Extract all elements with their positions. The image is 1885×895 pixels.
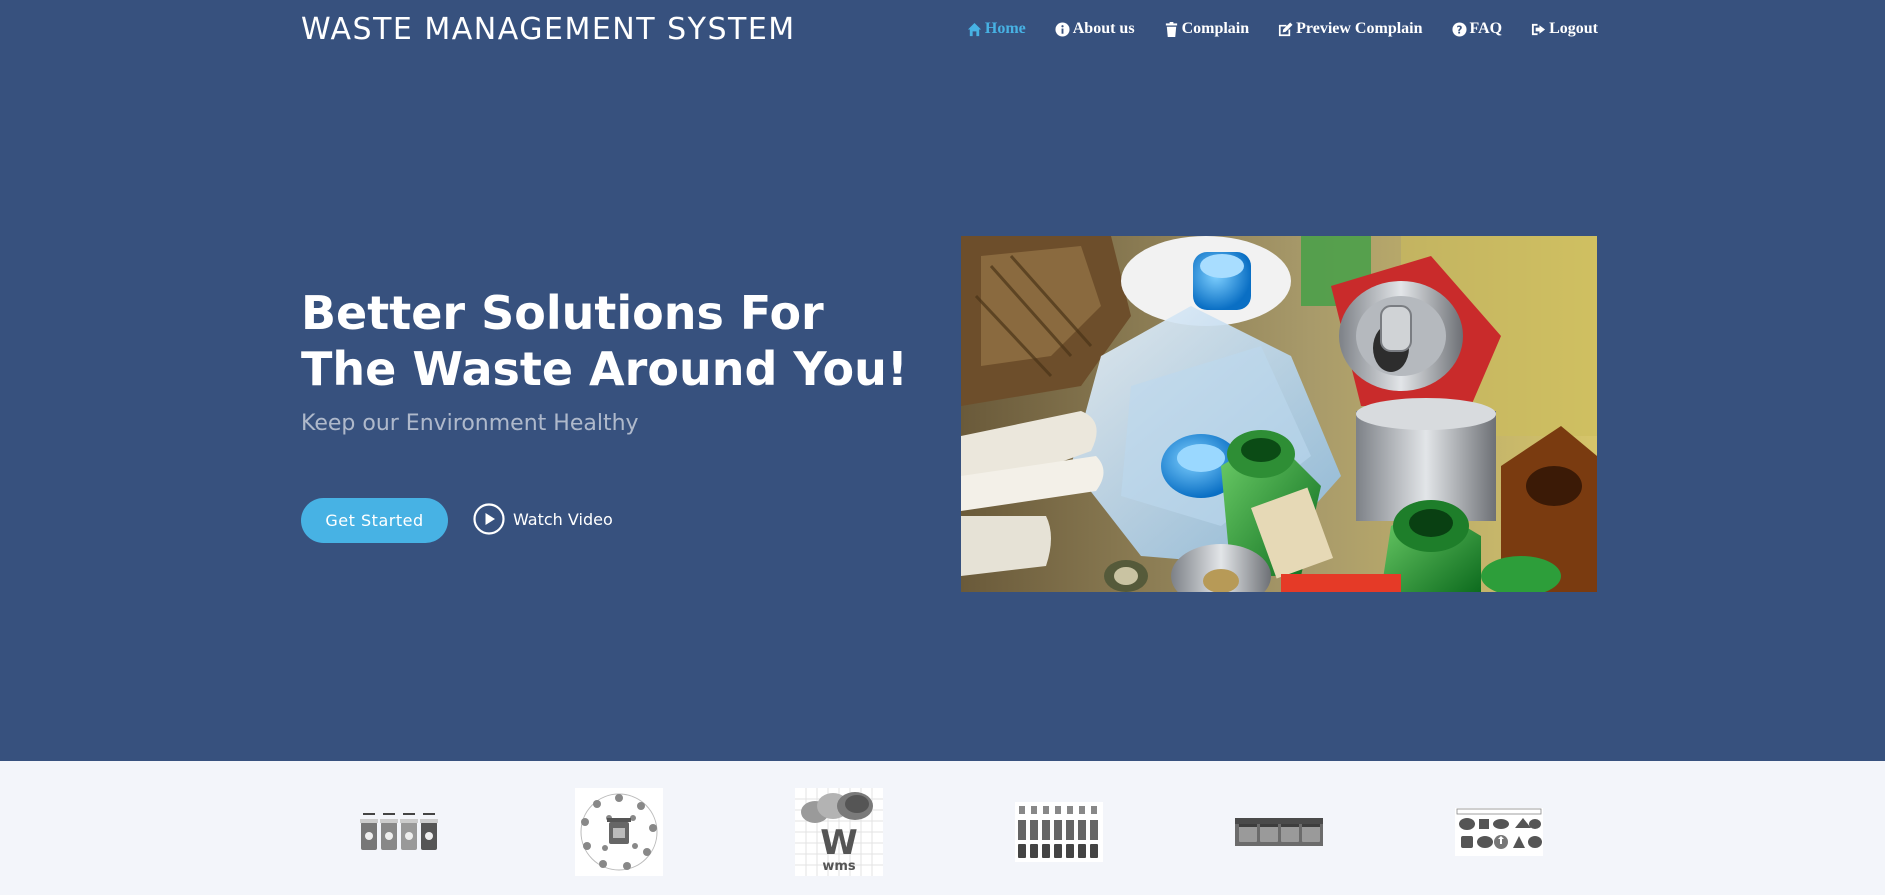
hero-image bbox=[961, 236, 1597, 592]
client-logo-5 bbox=[1235, 788, 1323, 876]
client-logo-3: W wms bbox=[795, 788, 883, 876]
waste-circle-icon bbox=[575, 788, 663, 876]
main-nav: Home About us Complain Preview Complain … bbox=[938, 20, 1598, 38]
clients-section: W wms bbox=[0, 761, 1885, 895]
recycle-bins-icon bbox=[357, 810, 441, 854]
logout-icon bbox=[1531, 22, 1546, 37]
nav-complain[interactable]: Complain bbox=[1164, 20, 1250, 38]
header: WASTE MANAGEMENT SYSTEM Home About us Co… bbox=[0, 0, 1885, 62]
edit-icon bbox=[1278, 21, 1293, 37]
nav-home-label: Home bbox=[984, 20, 1026, 37]
nav-complain-label: Complain bbox=[1181, 20, 1250, 37]
watch-video-link[interactable]: Watch Video bbox=[473, 503, 613, 535]
nav-about[interactable]: About us bbox=[1055, 20, 1135, 38]
nav-faq-label: FAQ bbox=[1469, 20, 1503, 37]
nav-faq[interactable]: ? FAQ bbox=[1451, 20, 1503, 38]
question-icon: ? bbox=[1451, 21, 1467, 37]
play-circle-icon bbox=[473, 503, 505, 535]
wms-logo-text: wms bbox=[822, 859, 856, 874]
get-started-button[interactable]: Get Started bbox=[301, 498, 448, 543]
client-logo-6 bbox=[1455, 788, 1543, 876]
nav-logout[interactable]: Logout bbox=[1531, 20, 1598, 38]
wms-logo-icon: W wms bbox=[795, 788, 883, 876]
trash-icon bbox=[1164, 21, 1179, 37]
info-icon bbox=[1055, 21, 1070, 37]
watch-video-label: Watch Video bbox=[513, 509, 613, 529]
nav-logout-label: Logout bbox=[1549, 20, 1598, 37]
client-logo-1 bbox=[355, 788, 443, 876]
svg-text:?: ? bbox=[1456, 24, 1462, 36]
svg-text:W: W bbox=[820, 823, 858, 863]
nav-preview-complain-label: Preview Complain bbox=[1296, 20, 1423, 37]
client-logo-4 bbox=[1015, 788, 1103, 876]
home-icon bbox=[967, 22, 982, 37]
sorting-bins-icon bbox=[1015, 802, 1103, 862]
site-logo[interactable]: WASTE MANAGEMENT SYSTEM bbox=[301, 10, 796, 50]
waste-types-icon bbox=[1455, 808, 1543, 856]
nav-home[interactable]: Home bbox=[967, 20, 1026, 38]
hero-title: Better Solutions For The Waste Around Yo… bbox=[301, 286, 908, 396]
nav-preview-complain[interactable]: Preview Complain bbox=[1278, 20, 1423, 38]
dumpsters-icon bbox=[1235, 818, 1323, 846]
nav-about-label: About us bbox=[1072, 20, 1135, 37]
hero-subtitle: Keep our Environment Healthy bbox=[301, 411, 639, 436]
client-logo-2 bbox=[575, 788, 663, 876]
